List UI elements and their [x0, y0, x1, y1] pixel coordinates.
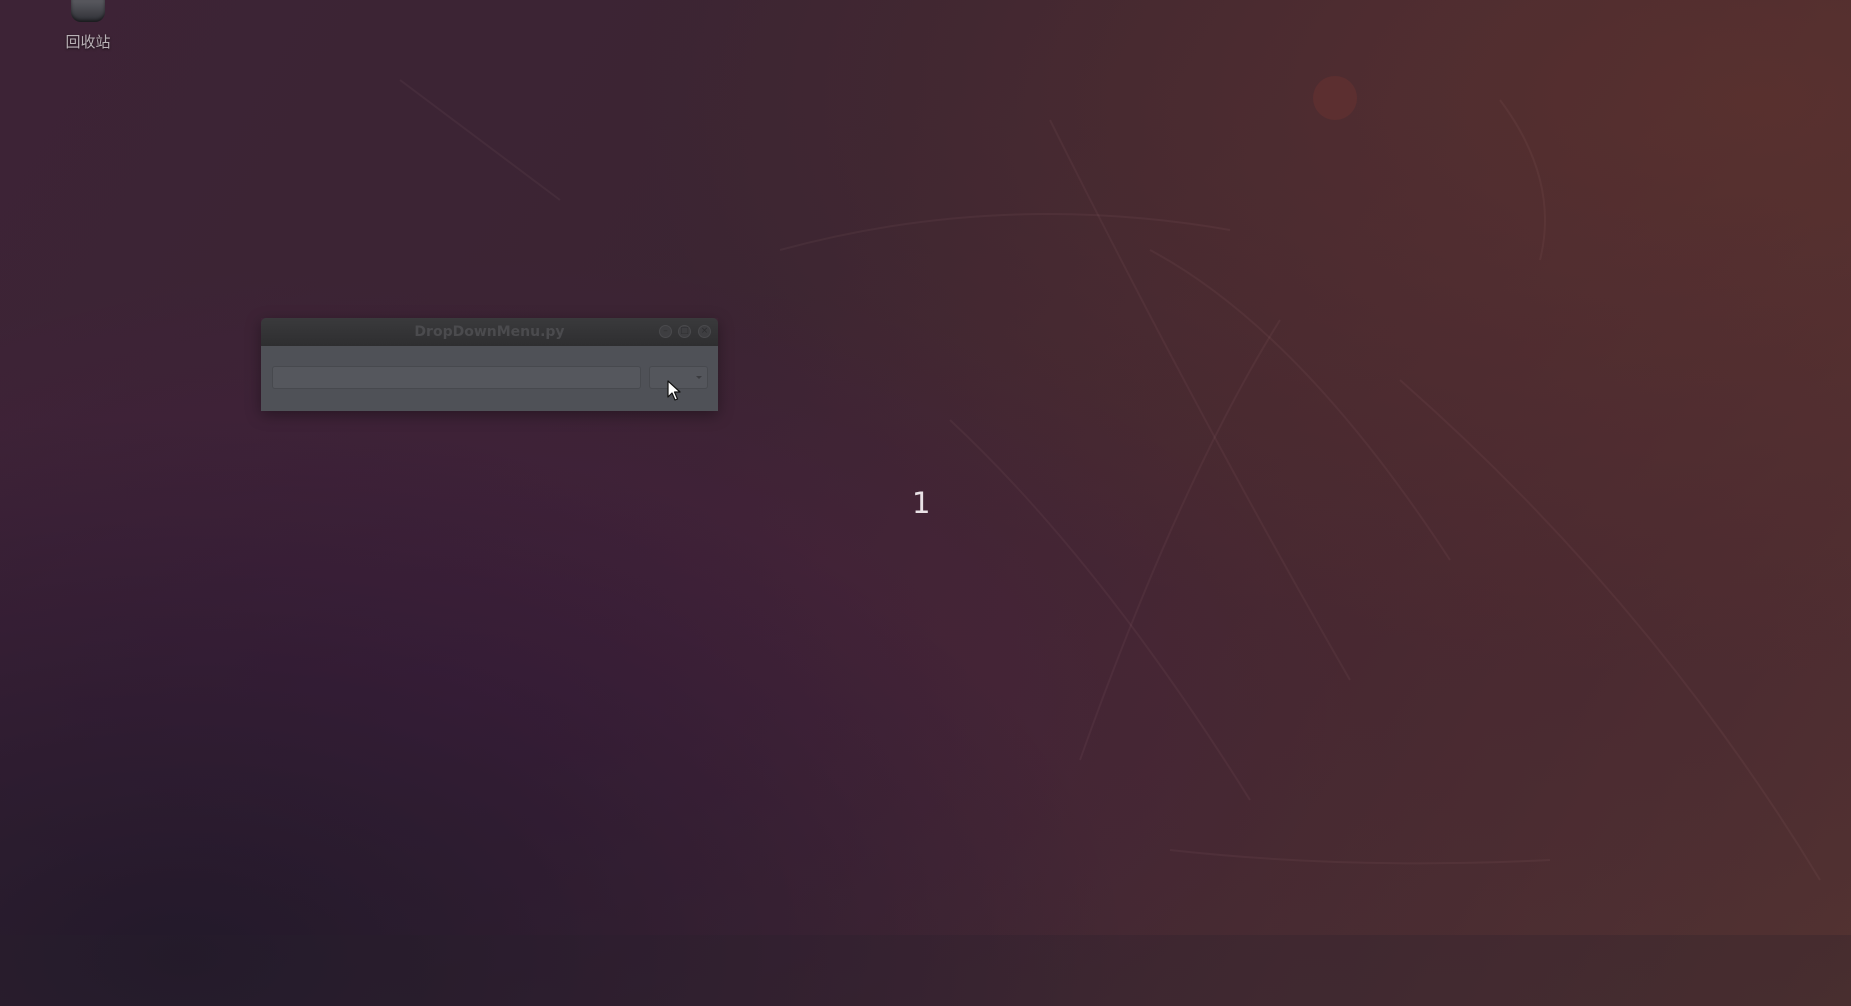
chevron-down-icon — [696, 376, 702, 379]
minimize-icon: – — [663, 326, 668, 336]
close-button[interactable]: × — [698, 325, 711, 338]
dropdown-menu-window: DropDownMenu.py – □ × — [261, 318, 718, 411]
overlay-number: 1 — [912, 486, 931, 520]
maximize-button[interactable]: □ — [678, 325, 691, 338]
close-icon: × — [700, 326, 709, 336]
trash-icon — [71, 0, 105, 22]
desktop-icon-label: 回收站 — [65, 33, 111, 51]
mouse-cursor-icon — [667, 380, 681, 401]
window-content — [261, 346, 718, 411]
window-title: DropDownMenu.py — [414, 324, 565, 340]
window-titlebar[interactable]: DropDownMenu.py – □ × — [261, 318, 718, 346]
desktop-icon-trash[interactable]: 回收站 — [52, 0, 124, 52]
maximize-icon: □ — [680, 326, 689, 336]
minimize-button[interactable]: – — [659, 325, 672, 338]
desktop: 回收站 1 DropDownMenu.py – □ × — [0, 0, 1851, 1006]
text-entry[interactable] — [272, 366, 641, 389]
